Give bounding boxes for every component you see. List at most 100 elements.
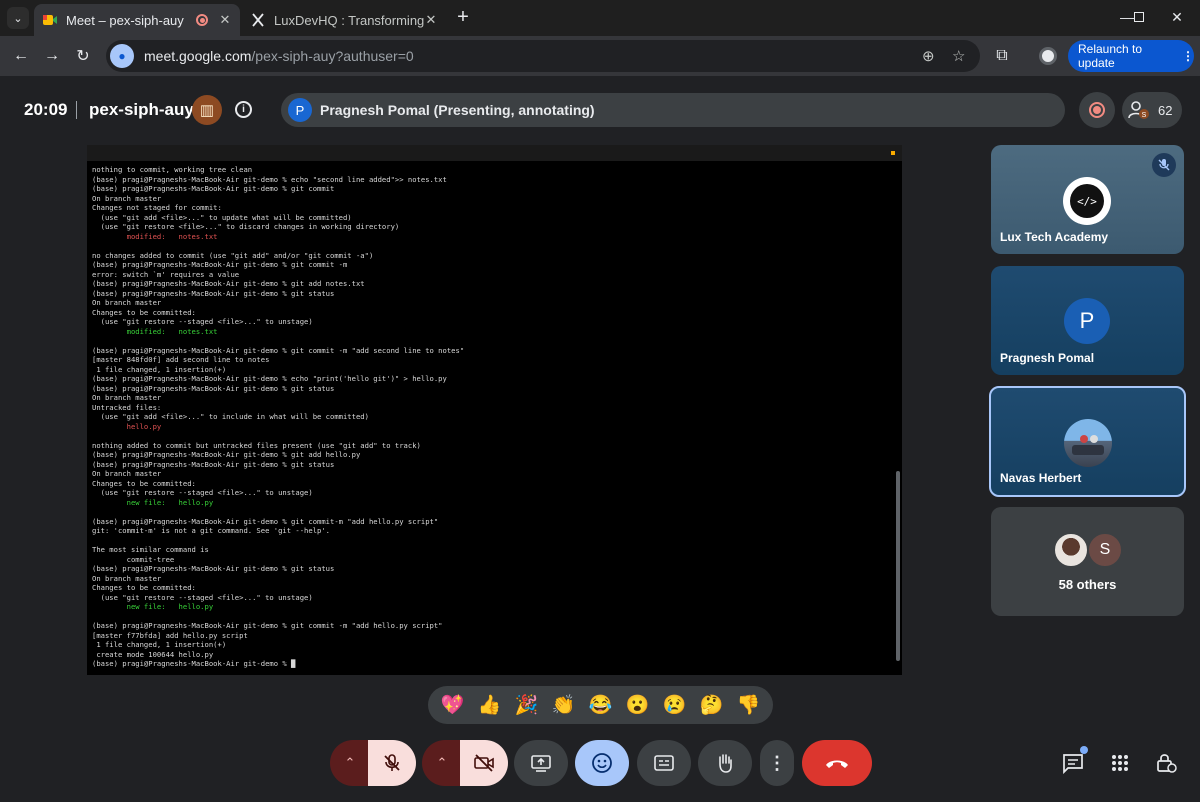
avatar	[1053, 532, 1089, 568]
terminal-line: (base) pragi@Pragneshs-MacBook-Air git-d…	[92, 383, 335, 393]
new-tab-button[interactable]: +	[452, 7, 474, 28]
participant-tile-pragnesh-pomal[interactable]: P Pragnesh Pomal	[991, 266, 1184, 375]
reactions-bar: 💖 👍 🎉 👏 😂 😮 😢 🤔 👎	[428, 686, 773, 724]
captions-icon	[654, 755, 674, 771]
tab-luxdevhq[interactable]: LuxDevHQ : Transforming Data ✕	[242, 4, 446, 36]
close-tab-icon[interactable]: ✕	[218, 12, 232, 28]
reaction-thumbs-down[interactable]: 👎	[734, 693, 764, 717]
reaction-thinking[interactable]: 🤔	[697, 693, 727, 717]
terminal-line: (base) pragi@Pragneshs-MacBook-Air git-d…	[92, 184, 335, 193]
close-window-icon[interactable]: ✕	[1154, 0, 1200, 34]
lux-tech-academy-logo: </>	[1063, 177, 1111, 225]
reaction-thumbs-up[interactable]: 👍	[475, 693, 505, 717]
apps-grid-icon	[1112, 755, 1128, 771]
participant-tile-lux-tech-academy[interactable]: </> Lux Tech Academy	[991, 145, 1184, 254]
terminal-line: (base) pragi@Pragneshs-MacBook-Air git-d…	[92, 564, 335, 573]
reaction-crying[interactable]: 😢	[660, 693, 690, 717]
terminal-line: git: 'commit-m' is not a git command. Se…	[92, 526, 330, 535]
terminal-line: Changes to be committed:	[92, 583, 196, 592]
svg-text:S: S	[1142, 112, 1147, 119]
x-logo-icon	[252, 13, 264, 27]
terminal-line: modified: notes.txt	[92, 231, 218, 241]
audio-options-button[interactable]: ⌃	[330, 740, 370, 786]
reload-icon[interactable]: ↻	[71, 44, 95, 68]
extensions-icon[interactable]: ⧉	[990, 44, 1014, 68]
video-options-button[interactable]: ⌃	[422, 740, 462, 786]
recording-button[interactable]	[1079, 92, 1115, 128]
terminal-line: [master f77bfda] add hello.py script	[92, 630, 248, 640]
meeting-code: pex-siph-auy	[89, 100, 194, 119]
reaction-sparkling-heart[interactable]: 💖	[438, 693, 468, 717]
raise-hand-button[interactable]	[698, 740, 752, 786]
activities-button[interactable]	[1107, 750, 1133, 776]
terminal-line: create mode 100644 hello.py	[92, 649, 214, 659]
presenter-avatar: P	[288, 98, 312, 122]
shared-screen-terminal: nothing to commit, working tree clean (ba…	[87, 145, 902, 675]
terminal-line: (base) pragi@Pragneshs-MacBook-Air git-d…	[92, 516, 439, 526]
others-tile[interactable]: S 58 others	[991, 507, 1184, 616]
divider	[76, 101, 77, 119]
terminal-line: new file: hello.py	[92, 602, 214, 611]
address-bar[interactable]: ● meet.google.com/pex-siph-auy?authuser=…	[106, 40, 980, 72]
terminal-line: (base) pragi@Pragneshs-MacBook-Air git-d…	[92, 621, 443, 630]
more-options-button[interactable]: ⋮	[760, 740, 794, 786]
microphone-in-use-icon[interactable]: ●	[110, 44, 134, 68]
terminal-line: (use "git restore --staged <file>..." to…	[92, 592, 313, 602]
terminal-line: Changes to be committed:	[92, 307, 196, 317]
participant-count: 62	[1158, 102, 1173, 118]
participant-tile-navas-herbert[interactable]: Navas Herbert	[989, 386, 1186, 497]
chevron-up-icon: ⌃	[436, 755, 448, 770]
leave-call-button[interactable]	[802, 740, 872, 786]
close-tab-icon[interactable]: ✕	[424, 12, 438, 28]
profile-avatar[interactable]	[1036, 44, 1060, 68]
emoji-icon	[592, 753, 612, 773]
terminal-line: On branch master	[92, 393, 162, 402]
presentation-banner[interactable]: P Pragnesh Pomal (Presenting, annotating…	[281, 93, 1065, 127]
bookmark-star-icon[interactable]: ☆	[952, 47, 965, 65]
send-reaction-button[interactable]	[575, 740, 629, 786]
tab-meet[interactable]: Meet – pex-siph-auy ✕	[34, 4, 240, 36]
terminal-scrollbar[interactable]	[896, 471, 900, 661]
reaction-clapping[interactable]: 👏	[549, 693, 579, 717]
terminal-line: (base) pragi@Pragneshs-MacBook-Air git-d…	[92, 279, 365, 288]
forward-icon[interactable]: →	[40, 44, 64, 68]
back-icon[interactable]: ←	[9, 44, 33, 68]
captions-button[interactable]	[637, 740, 691, 786]
terminal-line: (base) pragi@Pragneshs-MacBook-Air git-d…	[92, 459, 335, 469]
presenting-label: Pragnesh Pomal (Presenting, annotating)	[320, 102, 595, 118]
terminal-output: nothing to commit, working tree clean (ba…	[92, 165, 887, 669]
mic-off-icon	[384, 754, 400, 771]
microphone-toggle-button[interactable]	[368, 740, 416, 786]
terminal-line: Changes to be committed:	[92, 478, 196, 488]
participants-button[interactable]: S 62	[1122, 92, 1182, 128]
lock-person-icon	[1157, 754, 1177, 773]
reaction-surprised[interactable]: 😮	[623, 693, 653, 717]
present-screen-button[interactable]	[514, 740, 568, 786]
terminal-line: (base) pragi@Pragneshs-MacBook-Air git-d…	[92, 260, 348, 269]
zoom-icon[interactable]: ⊕	[922, 47, 935, 65]
camera-off-icon	[474, 754, 494, 772]
terminal-line: (base) pragi@Pragneshs-MacBook-Air git-d…	[92, 174, 447, 184]
browser-toolbar: ← → ↻ ● meet.google.com/pex-siph-auy?aut…	[0, 36, 1200, 76]
tab-search-button[interactable]: ⌄	[7, 7, 29, 29]
reaction-party-popper[interactable]: 🎉	[512, 693, 542, 717]
terminal-line: nothing to commit, working tree clean	[92, 165, 253, 174]
avatar: S	[1087, 532, 1123, 568]
relaunch-to-update-button[interactable]: Relaunch to update ⋮	[1068, 40, 1194, 72]
meeting-info-icon[interactable]: i	[235, 101, 252, 118]
reaction-tears-of-joy[interactable]: 😂	[586, 693, 616, 717]
browser-tab-strip: ⌄ Meet – pex-siph-auy ✕ LuxDevHQ : Trans…	[0, 0, 1200, 36]
chat-button[interactable]	[1060, 746, 1088, 776]
more-vert-icon: ⋮	[768, 752, 786, 773]
notification-dot	[1080, 746, 1088, 754]
host-controls-icon[interactable]: ▥	[192, 95, 222, 125]
terminal-line: 1 file changed, 1 insertion(+)	[92, 364, 227, 374]
camera-toggle-button[interactable]	[460, 740, 508, 786]
host-controls-button[interactable]	[1153, 750, 1179, 776]
terminal-line: On branch master	[92, 469, 162, 478]
